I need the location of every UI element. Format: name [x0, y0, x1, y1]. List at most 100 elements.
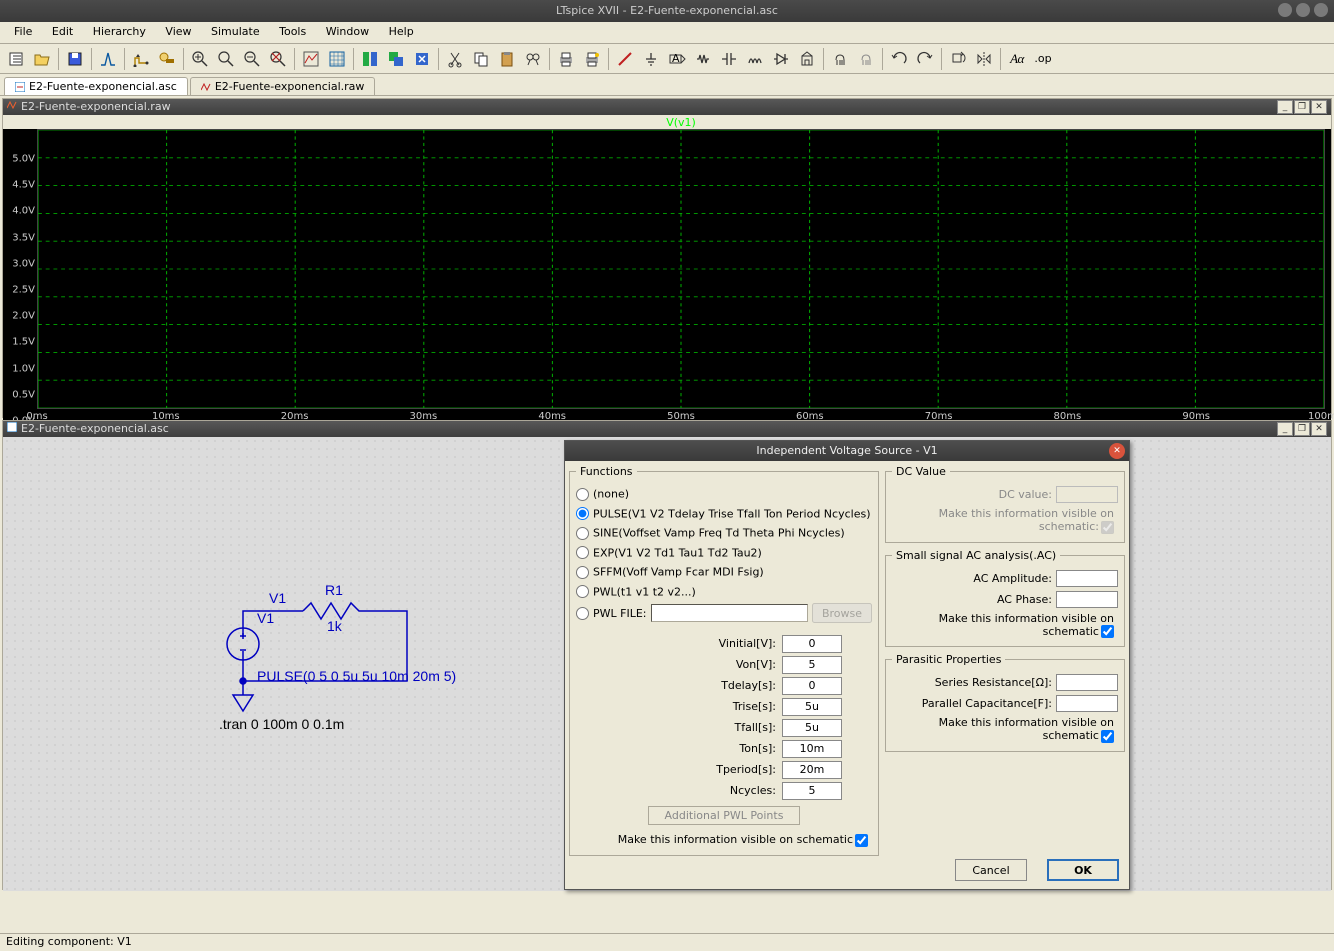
resistor-icon[interactable] [691, 47, 715, 71]
ground-icon[interactable] [639, 47, 663, 71]
mirror-icon[interactable] [972, 47, 996, 71]
node-v1-label[interactable]: V1 [269, 590, 286, 606]
radio-sffm[interactable] [576, 566, 589, 579]
menu-simulate[interactable]: Simulate [203, 22, 268, 41]
print-icon[interactable] [554, 47, 578, 71]
radio-exp[interactable] [576, 546, 589, 559]
pane-restore-icon[interactable]: ❐ [1294, 422, 1310, 436]
inductor-icon[interactable] [743, 47, 767, 71]
tfall-input[interactable]: 5u [782, 719, 842, 737]
new-schematic-icon[interactable] [4, 47, 28, 71]
radio-sine-label[interactable]: SINE(Voffset Vamp Freq Td Theta Phi Ncyc… [593, 527, 845, 540]
parasitic-visible-checkbox[interactable] [1101, 730, 1114, 743]
component-icon[interactable] [795, 47, 819, 71]
pane-close-icon[interactable]: ✕ [1311, 100, 1327, 114]
pane-close-icon[interactable]: ✕ [1311, 422, 1327, 436]
menu-tools[interactable]: Tools [271, 22, 314, 41]
radio-exp-label[interactable]: EXP(V1 V2 Td1 Tau1 Td2 Tau2) [593, 546, 762, 559]
resistor-r1-value[interactable]: 1k [327, 618, 343, 634]
find-icon[interactable] [521, 47, 545, 71]
radio-pwl[interactable] [576, 585, 589, 598]
max-icon[interactable] [1296, 3, 1310, 17]
tperiod-input[interactable]: 20m [782, 761, 842, 779]
radio-pulse[interactable] [576, 507, 589, 520]
cut-icon[interactable] [443, 47, 467, 71]
radio-sine[interactable] [576, 527, 589, 540]
pulse-directive[interactable]: PULSE(0 5 0 5u 5u 10m 20m 5) [257, 668, 456, 684]
functions-visible-checkbox[interactable] [855, 834, 868, 847]
close-icon[interactable] [1314, 3, 1328, 17]
trise-input[interactable]: 5u [782, 698, 842, 716]
close-window-icon[interactable] [410, 47, 434, 71]
radio-pwlfile-label[interactable]: PWL FILE: [593, 607, 647, 620]
ac-phase-input[interactable] [1056, 591, 1118, 608]
radio-pwl-label[interactable]: PWL(t1 v1 t2 v2...) [593, 585, 696, 598]
radio-pwlfile[interactable] [576, 607, 589, 620]
pane-min-icon[interactable]: _ [1277, 100, 1293, 114]
rotate-icon[interactable] [946, 47, 970, 71]
copy-icon[interactable] [469, 47, 493, 71]
cascade-windows-icon[interactable] [384, 47, 408, 71]
ok-button[interactable]: OK [1047, 859, 1119, 881]
control-panel-icon[interactable] [96, 47, 120, 71]
pwl-file-input[interactable] [651, 604, 808, 622]
menu-window[interactable]: Window [318, 22, 377, 41]
menu-edit[interactable]: Edit [44, 22, 81, 41]
undo-icon[interactable] [887, 47, 911, 71]
draw-wire-icon[interactable] [613, 47, 637, 71]
parasitic-group: Parasitic Properties Series Resistance[Ω… [885, 653, 1125, 752]
von-input[interactable]: 5 [782, 656, 842, 674]
autorange-icon[interactable] [299, 47, 323, 71]
tdelay-input[interactable]: 0 [782, 677, 842, 695]
ac-amplitude-input[interactable] [1056, 570, 1118, 587]
pane-min-icon[interactable]: _ [1277, 422, 1293, 436]
pick-visible-traces-icon[interactable] [325, 47, 349, 71]
radio-pulse-label[interactable]: PULSE(V1 V2 Tdelay Trise Tfall Ton Perio… [593, 507, 871, 520]
run-icon[interactable] [129, 47, 153, 71]
menu-view[interactable]: View [157, 22, 199, 41]
move-icon[interactable] [828, 47, 852, 71]
zoom-pan-icon[interactable] [214, 47, 238, 71]
dialog-close-icon[interactable]: ✕ [1109, 443, 1125, 459]
pane-restore-icon[interactable]: ❐ [1294, 100, 1310, 114]
print-setup-icon[interactable] [580, 47, 604, 71]
tab-waveform[interactable]: E2-Fuente-exponencial.raw [190, 77, 376, 95]
tile-windows-icon[interactable] [358, 47, 382, 71]
tran-directive[interactable]: .tran 0 100m 0 0.1m [219, 716, 344, 732]
menu-help[interactable]: Help [381, 22, 422, 41]
dialog-titlebar[interactable]: Independent Voltage Source - V1 ✕ [565, 441, 1129, 461]
menu-file[interactable]: File [6, 22, 40, 41]
save-icon[interactable] [63, 47, 87, 71]
radio-none[interactable] [576, 488, 589, 501]
series-resistance-input[interactable] [1056, 674, 1118, 691]
resistor-r1-label[interactable]: R1 [325, 582, 343, 598]
vinitial-input[interactable]: 0 [782, 635, 842, 653]
zoom-in-icon[interactable] [188, 47, 212, 71]
trace-label[interactable]: V(v1) [666, 116, 696, 129]
radio-none-label[interactable]: (none) [593, 488, 629, 501]
zoom-fit-icon[interactable] [266, 47, 290, 71]
ton-input[interactable]: 10m [782, 740, 842, 758]
redo-icon[interactable] [913, 47, 937, 71]
label-net-icon[interactable]: A [665, 47, 689, 71]
ncycles-input[interactable]: 5 [782, 782, 842, 800]
source-v1-label[interactable]: V1 [257, 610, 274, 626]
tab-schematic[interactable]: E2-Fuente-exponencial.asc [4, 77, 188, 95]
zoom-out-icon[interactable] [240, 47, 264, 71]
open-icon[interactable] [30, 47, 54, 71]
spice-directive-icon[interactable]: .op [1031, 47, 1055, 71]
halt-icon[interactable] [155, 47, 179, 71]
paste-icon[interactable] [495, 47, 519, 71]
diode-icon[interactable] [769, 47, 793, 71]
ac-visible-checkbox[interactable] [1101, 625, 1114, 638]
min-icon[interactable] [1278, 3, 1292, 17]
text-label-icon[interactable]: Aα [1005, 47, 1029, 71]
cancel-button[interactable]: Cancel [955, 859, 1027, 881]
radio-sffm-label[interactable]: SFFM(Voff Vamp Fcar MDI Fsig) [593, 566, 764, 579]
plot-area[interactable]: V(v1) [37, 129, 1325, 409]
menu-hierarchy[interactable]: Hierarchy [85, 22, 154, 41]
capacitor-icon[interactable] [717, 47, 741, 71]
drag-icon[interactable] [854, 47, 878, 71]
parallel-capacitance-input[interactable] [1056, 695, 1118, 712]
browse-button[interactable]: Browse [812, 603, 872, 623]
